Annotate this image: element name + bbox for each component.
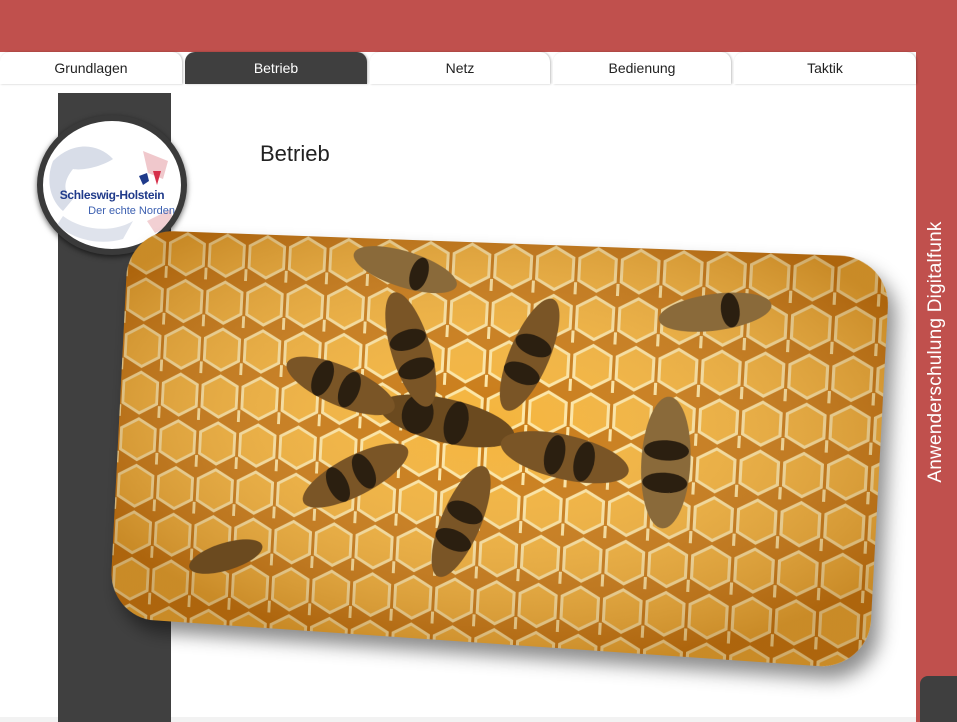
honeycomb-image — [109, 230, 890, 670]
tab-betrieb[interactable]: Betrieb — [185, 52, 367, 84]
tab-bedienung[interactable]: Bedienung — [553, 52, 731, 84]
page-title: Betrieb — [260, 141, 330, 167]
tab-netz[interactable]: Netz — [370, 52, 550, 84]
coat-of-arms-icon — [43, 121, 181, 249]
logo-tagline: Der echte Norden — [43, 205, 175, 217]
side-corner-tab[interactable] — [920, 676, 957, 722]
side-title: Anwenderschulung Digitalfunk — [925, 221, 947, 482]
logo-name: Schleswig-Holstein — [43, 188, 181, 202]
bees-photo — [109, 230, 890, 670]
tab-grundlagen[interactable]: Grundlagen — [0, 52, 182, 84]
top-banner — [0, 0, 957, 52]
main-tabs: Grundlagen Betrieb Netz Bedienung Taktik — [0, 52, 916, 84]
tab-taktik[interactable]: Taktik — [734, 52, 916, 84]
